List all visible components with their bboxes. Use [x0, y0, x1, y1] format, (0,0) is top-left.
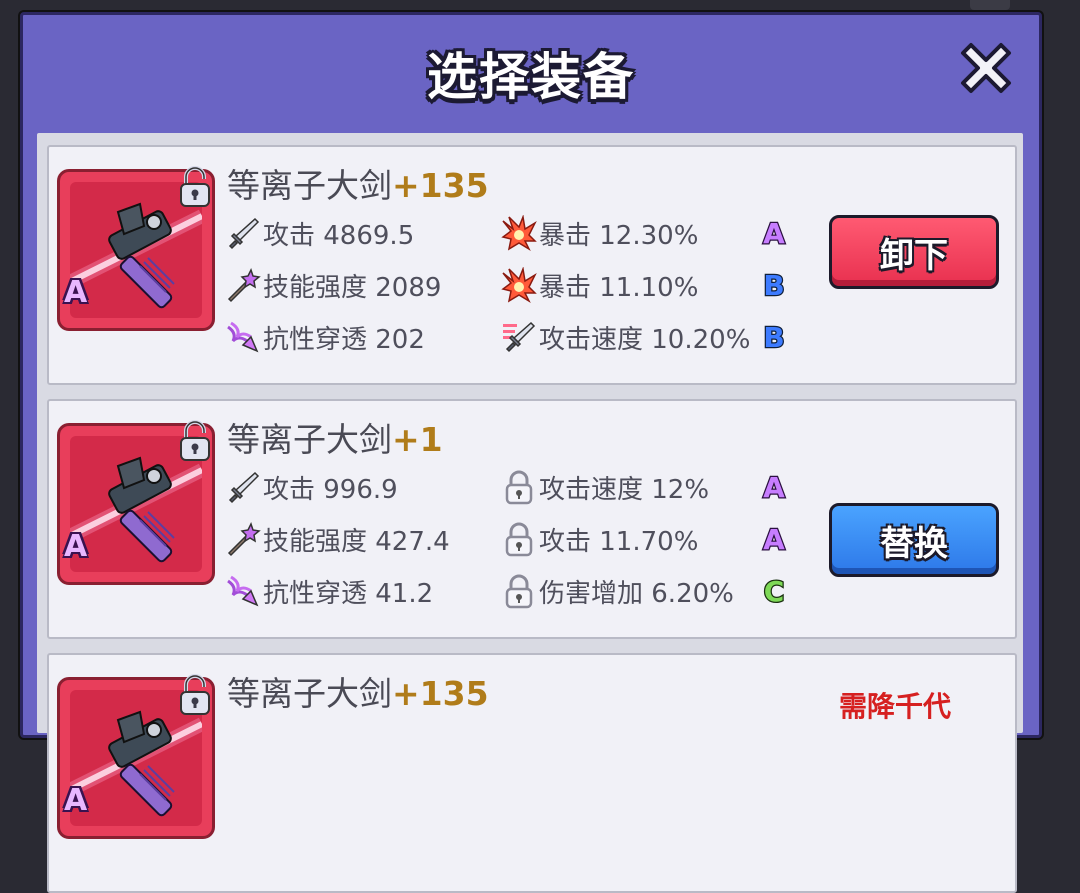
stat-attack: 攻击 996.9	[225, 467, 398, 507]
stat-label: 抗性穿透 202	[263, 324, 425, 355]
item-name: 等离子大剑	[227, 166, 392, 205]
critical-burst-icon	[501, 215, 537, 251]
close-x-icon	[951, 33, 1021, 103]
grade-a-badge: A	[762, 522, 787, 556]
unlocked-padlock-icon[interactable]	[177, 165, 213, 209]
stat-label: 暴击 12.30%	[539, 220, 699, 251]
equipment-card-equipped: A 等离子大剑+135 攻击 4869.5 技能强度 2089 抗性穿透 202…	[47, 145, 1017, 385]
substat-locked-1: 攻击速度 12%	[501, 467, 709, 507]
magic-wand-icon	[225, 267, 261, 303]
rarity-letter: A	[64, 529, 88, 564]
item-name-row: 等离子大剑+1	[227, 413, 443, 461]
unequip-button[interactable]: 卸下	[829, 215, 999, 289]
stat-label: 伤害增加 6.20%	[539, 578, 734, 609]
unlocked-padlock-icon[interactable]	[177, 673, 213, 717]
stat-skill-power: 技能强度 2089	[225, 265, 441, 305]
equipment-list[interactable]: A 等离子大剑+135 攻击 4869.5 技能强度 2089 抗性穿透 202…	[37, 133, 1023, 893]
penetration-icon	[225, 319, 261, 355]
attack-speed-icon	[501, 319, 537, 355]
stat-label: 技能强度 427.4	[263, 526, 450, 557]
stat-attack: 攻击 4869.5	[225, 213, 414, 253]
substat-locked-3: 伤害增加 6.20%	[501, 571, 734, 611]
sword-icon	[225, 215, 261, 251]
sword-icon	[225, 469, 261, 505]
stat-label: 攻击速度 10.20%	[539, 324, 751, 355]
grade-c-badge: C	[762, 574, 785, 608]
grade-letter: A	[763, 217, 785, 250]
unlocked-padlock-icon[interactable]	[177, 419, 213, 463]
grade-b-badge: B	[762, 320, 786, 354]
stat-label: 技能强度 2089	[263, 272, 442, 303]
item-name-row: 等离子大剑+135	[227, 159, 489, 207]
locked-stat-icon	[501, 469, 537, 505]
penetration-icon	[225, 573, 261, 609]
grade-a-badge: A	[762, 216, 787, 250]
grade-letter: A	[763, 523, 785, 556]
item-name-row: 等离子大剑+135	[227, 667, 489, 715]
item-name: 等离子大剑	[227, 674, 392, 713]
grade-a-badge: A	[762, 470, 787, 504]
magic-wand-icon	[225, 521, 261, 557]
requirement-text: 需降千代	[839, 690, 952, 723]
grade-b-badge: B	[762, 268, 786, 302]
rarity-letter: A	[64, 783, 88, 818]
close-button[interactable]	[951, 33, 1021, 103]
item-level: +135	[392, 166, 489, 205]
grade-letter: B	[763, 321, 784, 354]
substat-attack-speed: 攻击速度 10.20%	[501, 317, 750, 357]
grade-letter: C	[764, 575, 785, 608]
dialog-title: 选择装备	[427, 48, 635, 106]
substat-crit-2: 暴击 11.10%	[501, 265, 698, 305]
item-level: +1	[392, 420, 443, 459]
stat-penetration: 抗性穿透 202	[225, 317, 425, 357]
substat-locked-2: 攻击 11.70%	[501, 519, 698, 559]
stat-label: 抗性穿透 41.2	[263, 578, 434, 609]
grade-letter: A	[763, 471, 785, 504]
locked-stat-icon	[501, 521, 537, 557]
grade-letter: B	[763, 269, 784, 302]
critical-burst-icon	[501, 267, 537, 303]
dialog-header: 选择装备	[23, 15, 1039, 119]
item-level: +135	[392, 674, 489, 713]
stat-skill-power: 技能强度 427.4	[225, 519, 450, 559]
stat-label: 攻击 996.9	[263, 474, 398, 505]
rarity-letter: A	[64, 275, 88, 310]
stat-label: 暴击 11.10%	[539, 272, 699, 303]
substat-crit-1: 暴击 12.30%	[501, 213, 698, 253]
equipment-select-dialog: 选择装备 A 等离子大剑+135 攻击 4869.5 技能强度 2089 抗性穿…	[20, 12, 1042, 893]
stat-label: 攻击 4869.5	[263, 220, 415, 251]
item-name: 等离子大剑	[227, 420, 392, 459]
background-close-icon	[970, 0, 1010, 10]
replace-button[interactable]: 替换	[829, 503, 999, 577]
equipment-card: A 等离子大剑+1 攻击 996.9 技能强度 427.4 抗性穿透 41.2 …	[47, 399, 1017, 639]
stat-penetration: 抗性穿透 41.2	[225, 571, 433, 611]
stat-label: 攻击 11.70%	[539, 526, 699, 557]
equipment-card-locked: A 等离子大剑+135 需降千代	[47, 653, 1017, 893]
locked-stat-icon	[501, 573, 537, 609]
stat-label: 攻击速度 12%	[539, 474, 710, 505]
